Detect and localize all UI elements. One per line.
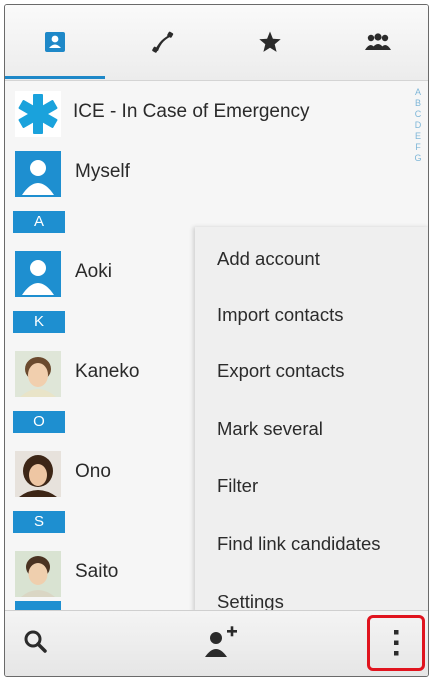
contact-name: Aoki xyxy=(75,261,112,282)
default-avatar-icon xyxy=(15,251,61,297)
tab-bar xyxy=(5,5,428,81)
bottom-action-bar xyxy=(5,610,428,676)
contact-name: Kaneko xyxy=(75,361,140,382)
contact-photo xyxy=(15,451,61,497)
search-button[interactable] xyxy=(21,627,51,657)
contact-photo xyxy=(15,551,61,597)
contact-photo xyxy=(15,351,61,397)
menu-item-import-contacts[interactable]: Import contacts xyxy=(217,304,343,326)
alphabet-index[interactable]: A B C D E F G xyxy=(410,87,426,164)
tab-favorites[interactable] xyxy=(220,5,320,79)
tab-call-log[interactable] xyxy=(113,5,213,79)
index-letter[interactable]: A xyxy=(410,87,426,98)
menu-item-add-account[interactable]: Add account xyxy=(217,248,320,270)
section-header-a: A xyxy=(13,211,65,233)
add-contact-icon xyxy=(205,626,237,657)
more-options-button[interactable] xyxy=(367,615,425,671)
section-header-s: S xyxy=(13,511,65,533)
tab-groups[interactable] xyxy=(328,5,428,79)
menu-item-filter[interactable]: Filter xyxy=(217,475,258,497)
contacts-card-icon xyxy=(45,32,65,52)
contacts-screen: ICE - In Case of Emergency Myself A Aoki… xyxy=(4,4,429,677)
menu-item-find-link-candidates[interactable]: Find link candidates xyxy=(217,533,381,555)
index-letter[interactable]: B xyxy=(410,98,426,109)
index-letter[interactable]: F xyxy=(410,142,426,153)
phone-handset-icon xyxy=(152,31,174,53)
tab-contacts[interactable] xyxy=(5,5,105,79)
medical-star-icon xyxy=(15,91,61,137)
section-header-o: O xyxy=(13,411,65,433)
index-letter[interactable]: D xyxy=(410,120,426,131)
group-people-icon xyxy=(365,33,391,50)
star-icon xyxy=(259,31,281,52)
contact-name: Myself xyxy=(75,161,130,182)
index-letter[interactable]: G xyxy=(410,153,426,164)
more-vertical-icon xyxy=(394,630,399,656)
search-icon xyxy=(24,630,47,653)
contact-name: Saito xyxy=(75,561,119,582)
list-item-ice[interactable]: ICE - In Case of Emergency xyxy=(5,85,428,139)
contact-name: ICE - In Case of Emergency xyxy=(73,101,310,122)
list-item-myself[interactable]: Myself xyxy=(5,145,428,199)
index-letter[interactable]: E xyxy=(410,131,426,142)
section-header-k: K xyxy=(13,311,65,333)
menu-item-mark-several[interactable]: Mark several xyxy=(217,418,323,440)
default-avatar-icon xyxy=(15,151,61,197)
menu-item-export-contacts[interactable]: Export contacts xyxy=(217,360,345,382)
contact-name: Ono xyxy=(75,461,111,482)
overflow-menu: Add account Import contacts Export conta… xyxy=(195,227,428,613)
index-letter[interactable]: C xyxy=(410,109,426,120)
add-contact-button[interactable] xyxy=(201,625,241,659)
